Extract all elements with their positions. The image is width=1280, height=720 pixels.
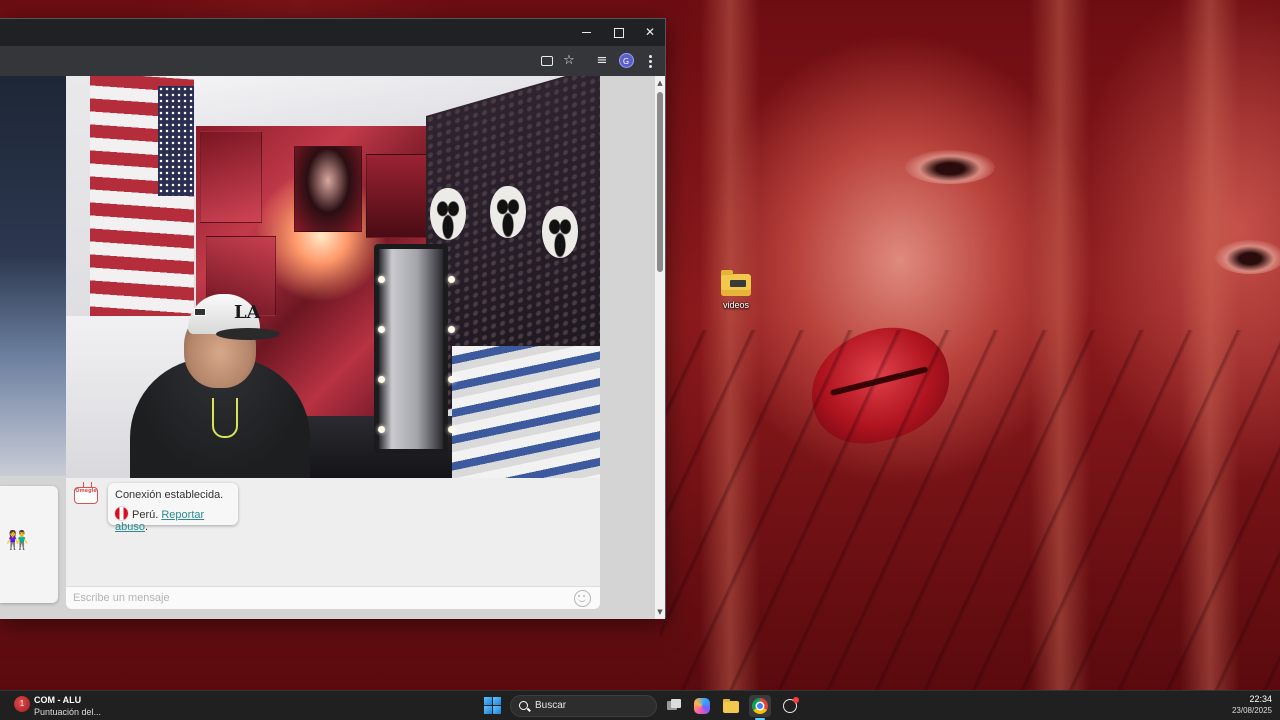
browser-titlebar[interactable]: ✕ [0,19,665,46]
file-explorer-icon[interactable] [720,695,742,717]
page-scrollbar[interactable]: ▲ ▼ [655,76,665,619]
webcam-bed [452,346,600,478]
news-title: COM - ALU [34,695,82,705]
windows-logo-icon [493,706,501,714]
profile-avatar: G [618,53,634,68]
webcam-mask [542,206,578,258]
profile-button[interactable]: G [618,53,634,69]
webcam-mirror [374,244,448,454]
webcam-flag-canton [158,86,194,196]
couple-emoji: 👫 [6,530,29,551]
webcam-cap-sticker [194,308,206,316]
media-control-button[interactable]: ≡ [594,53,610,69]
wallpaper-foliage [660,330,1280,690]
chat-log: Omegle Conexión establecida. Perú. Repor… [66,478,600,586]
page-viewport: 👫 LA Omegle Conexión establecida. Perú. … [0,76,655,619]
webcam-poster [200,131,262,223]
peru-flag-icon [115,507,128,520]
desktop-icon-videos[interactable]: videos [712,270,760,322]
menu-dots-icon [648,60,652,63]
maximize-button[interactable] [602,19,634,46]
search-icon [519,701,528,710]
folder-icon [721,270,751,296]
taskbar-search[interactable]: Buscar [510,695,657,717]
close-button[interactable]: ✕ [634,19,666,46]
windows-logo-icon [484,706,492,714]
webcam-poster [366,154,428,238]
scroll-thumb[interactable] [657,92,663,272]
start-button[interactable] [484,697,501,714]
interests-panel: 👫 [0,486,58,603]
mirror-bulb [448,276,455,283]
country-line: Perú. Reportar abuso. [115,507,238,533]
mirror-bulb [448,376,455,383]
webcam-cap-brim [216,328,280,340]
mirror-bulb [378,326,385,333]
webcam-mask [430,188,466,240]
system-clock[interactable]: 22:34 23/08/2025 [1212,694,1272,715]
scroll-down-icon[interactable]: ▼ [655,607,665,617]
minimize-button[interactable] [570,19,602,46]
news-widget[interactable]: 1 COM - ALU Puntuación del... [14,694,124,718]
browser-menu-button[interactable] [642,53,658,69]
bookmark-star-button[interactable]: ☆ [561,53,577,69]
browser-window: ✕ ☆ ≡ G 👫 LA Omegle Conexión establecida… [0,18,666,619]
mirror-bulb [378,276,385,283]
mirror-bulb [378,376,385,383]
webcam-mask [490,186,526,238]
mirror-bulb [378,426,385,433]
system-message: Conexión establecida. Perú. Reportar abu… [108,483,238,533]
cast-button[interactable] [539,53,555,69]
chat-logo-icon: Omegle [74,487,98,504]
stranger-video [0,76,66,476]
wallpaper-eye [1215,240,1280,274]
cast-icon [541,56,553,66]
windows-logo-icon [484,697,492,705]
own-webcam-video: LA [66,76,600,478]
webcam-cap-logo: LA [234,302,261,323]
connection-message: Conexión establecida. [115,489,224,501]
country-name: Perú. [132,509,159,521]
desktop-icon-label: videos [722,300,749,310]
browser-toolbar: ☆ ≡ G [0,46,665,76]
mirror-bulb [448,326,455,333]
webcam-poster [294,146,362,232]
wallpaper-eye [905,150,995,184]
report-suffix: . [144,521,149,533]
taskbar: 1 COM - ALU Puntuación del... Buscar 22:… [0,690,1280,720]
task-view-icon[interactable] [663,695,685,717]
chat-logo-text: Omegle [75,488,97,494]
chat-app-icon[interactable] [779,695,801,717]
message-bar [66,586,600,609]
search-label: Buscar [535,700,567,711]
windows-logo-icon [493,697,501,705]
message-input[interactable] [66,587,566,609]
clock-date: 23/08/2025 [1231,706,1272,715]
news-badge-icon: 1 [14,696,30,712]
copilot-icon[interactable] [691,695,713,717]
report-abuse-link[interactable]: Reportar abuso [115,509,204,533]
webcam-hood-string [212,398,238,438]
news-subtitle: Puntuación del... [34,707,102,717]
mirror-bulb [448,426,455,433]
clock-time: 22:34 [1249,694,1272,704]
scroll-up-icon[interactable]: ▲ [655,78,665,88]
emoji-icon[interactable] [574,590,591,607]
chrome-icon[interactable] [749,695,771,717]
